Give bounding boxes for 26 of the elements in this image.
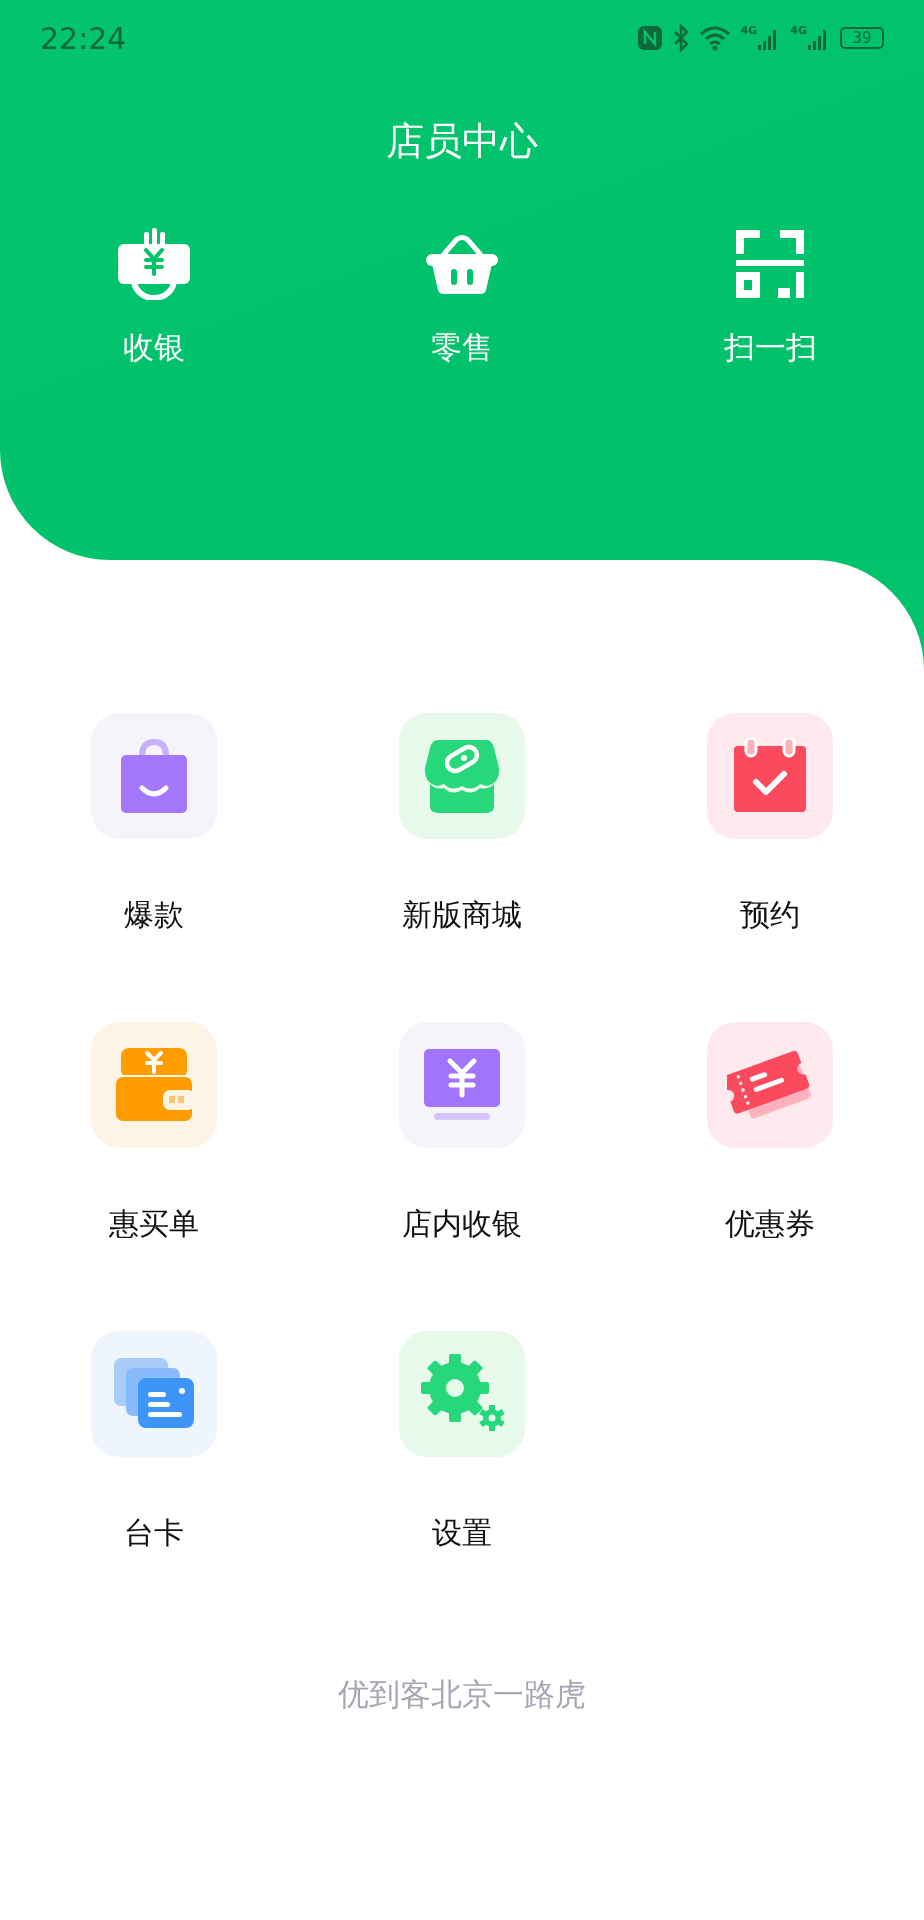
feature-button[interactable]: 预约: [616, 713, 924, 936]
basket-icon: [424, 232, 500, 296]
calendar-check-icon: [732, 738, 808, 814]
feature-button[interactable]: 台卡: [0, 1331, 308, 1554]
status-time: 22:24: [40, 20, 128, 56]
nfc-icon: [636, 25, 663, 51]
settings-icon: [420, 1354, 504, 1434]
feature-button[interactable]: 新版商城: [308, 713, 616, 936]
page-title: 店员中心: [385, 118, 539, 165]
feature-button[interactable]: 惠买单: [0, 1022, 308, 1245]
feature-button[interactable]: 设置: [308, 1331, 616, 1554]
monitor-yen-icon: [424, 1049, 500, 1121]
wallet-icon: [115, 1048, 193, 1122]
network-type: 4G: [790, 25, 807, 36]
feature-button[interactable]: 优惠券: [616, 1022, 924, 1245]
shop-icon: [424, 738, 500, 814]
shopping-bag-icon: [120, 738, 188, 814]
store-name: 优到客北京一路虎: [337, 1675, 587, 1714]
cashier-icon: [116, 228, 192, 300]
network-type: 4G: [740, 25, 758, 36]
battery-icon: 39: [840, 27, 884, 49]
cards-icon: [114, 1358, 194, 1430]
wifi-icon: [698, 25, 731, 51]
bluetooth-icon: [672, 24, 689, 52]
feature-button[interactable]: 爆款: [0, 713, 308, 936]
feature-button[interactable]: 店内收银: [308, 1022, 616, 1245]
